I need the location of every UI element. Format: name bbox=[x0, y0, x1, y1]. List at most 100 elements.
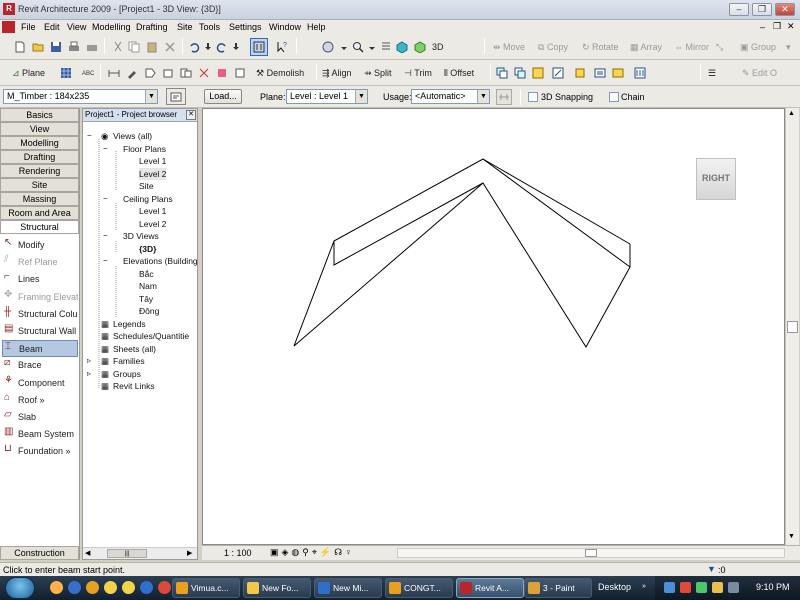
taskbar-item[interactable]: 3 - Paint bbox=[524, 578, 592, 598]
menu-site[interactable]: Site bbox=[174, 20, 196, 34]
collapse-toggle[interactable]: − bbox=[103, 193, 108, 205]
doc-close-button[interactable]: ✕ bbox=[787, 21, 795, 32]
tab-modelling[interactable]: Modelling bbox=[0, 136, 79, 150]
design-item-ref-plane[interactable]: ⫽ Ref Plane bbox=[2, 254, 78, 271]
browser-node[interactable]: Families bbox=[113, 355, 145, 367]
mirror-button[interactable]: ⇔ Mirror bbox=[674, 39, 709, 55]
quicklaunch-ie-icon[interactable] bbox=[68, 581, 81, 594]
collapse-toggle[interactable]: − bbox=[103, 255, 108, 267]
undo-icon[interactable] bbox=[188, 41, 200, 53]
group-dropdown-icon[interactable]: ▾ bbox=[786, 39, 791, 55]
menu-settings[interactable]: Settings bbox=[226, 20, 265, 34]
tag-icon[interactable] bbox=[144, 67, 156, 79]
desktop-toolbar-label[interactable]: Desktop bbox=[598, 582, 631, 592]
taskbar-item[interactable]: New Mi... bbox=[314, 578, 382, 598]
redo-dropdown-icon[interactable] bbox=[230, 41, 242, 53]
browser-node[interactable]: Level 1 bbox=[139, 155, 166, 167]
design-item-structural-colu[interactable]: ╫ Structural Colu bbox=[2, 306, 78, 323]
tray-volume-icon[interactable] bbox=[728, 582, 739, 593]
pick-icon[interactable] bbox=[126, 67, 138, 79]
beam-type-select[interactable]: M_Timber : 184x235 ▼ bbox=[3, 89, 158, 104]
browser-node[interactable]: Nam bbox=[139, 280, 157, 292]
collapse-toggle[interactable]: − bbox=[87, 130, 92, 142]
wall-joins-icon[interactable] bbox=[216, 67, 228, 79]
array-button[interactable]: ▦ Array bbox=[630, 39, 662, 55]
match-type-icon[interactable] bbox=[532, 67, 544, 79]
3d-snapping-checkbox[interactable] bbox=[528, 92, 538, 102]
taskbar-item[interactable]: Vimua.c... bbox=[172, 578, 240, 598]
tray-antivirus-icon[interactable] bbox=[680, 582, 691, 593]
doc-minimize-button[interactable]: – bbox=[760, 22, 765, 32]
menu-window[interactable]: Window bbox=[266, 20, 304, 34]
offset-button[interactable]: ⫴ Offset bbox=[444, 65, 474, 81]
browser-node[interactable]: Tây bbox=[139, 293, 153, 305]
scroll-left-icon[interactable]: ◀ bbox=[85, 549, 90, 557]
tab-room-and-area[interactable]: Room and Area bbox=[0, 206, 79, 220]
visibility-graphics-icon[interactable] bbox=[380, 41, 392, 53]
zoom-icon[interactable] bbox=[352, 41, 364, 53]
design-item-framing-elevati[interactable]: ✥ Framing Elevati bbox=[2, 289, 78, 306]
group-button[interactable]: ▣ Group bbox=[740, 39, 776, 55]
view-3d-icon[interactable] bbox=[396, 41, 408, 53]
tray-update-icon[interactable] bbox=[696, 582, 707, 593]
view-scale[interactable]: 1 : 100 bbox=[224, 548, 252, 558]
document-icon[interactable] bbox=[2, 21, 15, 33]
menu-drafting[interactable]: Drafting bbox=[133, 20, 171, 34]
scroll-up-icon[interactable]: ▲ bbox=[788, 110, 795, 117]
design-item-modify[interactable]: ↖ Modify bbox=[2, 237, 78, 254]
delete-icon[interactable] bbox=[164, 41, 176, 53]
view-properties-icon[interactable] bbox=[322, 41, 334, 53]
revit-app-icon[interactable]: R bbox=[3, 3, 15, 15]
quicklaunch-yahoo-icon[interactable] bbox=[122, 581, 135, 594]
mass-icon[interactable] bbox=[574, 67, 586, 79]
print-icon[interactable] bbox=[68, 41, 80, 53]
edit-button[interactable]: ✎ Edit O bbox=[742, 65, 777, 81]
horizontal-scrollbar[interactable] bbox=[397, 548, 785, 558]
help-cursor-icon[interactable]: ? bbox=[276, 41, 288, 53]
tab-site[interactable]: Site bbox=[0, 178, 79, 192]
design-item-lines[interactable]: ⌐ Lines bbox=[2, 271, 78, 288]
tab-massing[interactable]: Massing bbox=[0, 192, 79, 206]
demolish-button[interactable]: ⚒ Demolish bbox=[256, 65, 304, 81]
trim-button[interactable]: ⊣ Trim bbox=[404, 65, 432, 81]
tab-construction[interactable]: Construction bbox=[0, 546, 79, 560]
linework-icon[interactable] bbox=[552, 67, 564, 79]
resize-button[interactable]: ⤡ bbox=[716, 39, 723, 55]
browser-node[interactable]: Site bbox=[139, 180, 154, 192]
view-control-icons[interactable]: ▣◈◍⚲⌖⚡☊♀ bbox=[270, 547, 355, 558]
family-types-icon[interactable] bbox=[634, 67, 646, 79]
browser-node[interactable]: Level 1 bbox=[139, 205, 166, 217]
tab-structural[interactable]: Structural bbox=[0, 220, 79, 234]
menu-tools[interactable]: Tools bbox=[196, 20, 223, 34]
new-file-icon[interactable] bbox=[14, 41, 26, 53]
tab-view[interactable]: View bbox=[0, 122, 79, 136]
cut-geometry-icon[interactable] bbox=[198, 67, 210, 79]
browser-node[interactable]: 3D Views bbox=[123, 230, 159, 242]
scroll-right-icon[interactable]: ▶ bbox=[187, 549, 192, 557]
clock[interactable]: 9:10 PM bbox=[756, 582, 790, 592]
menu-help[interactable]: Help bbox=[304, 20, 329, 34]
browser-node[interactable]: Đông bbox=[139, 305, 159, 317]
filter-icon[interactable]: ▼ bbox=[707, 564, 716, 574]
design-item-roof[interactable]: ⌂ Roof » bbox=[2, 392, 78, 409]
spell-check-icon[interactable]: ABC bbox=[82, 67, 94, 79]
expand-toggle[interactable]: ▹ bbox=[87, 368, 91, 380]
default-3d-view-icon[interactable] bbox=[414, 41, 426, 53]
restore-button[interactable]: ❐ bbox=[752, 3, 772, 16]
browser-node[interactable]: Bắc bbox=[139, 268, 154, 280]
browser-node[interactable]: {3D} bbox=[139, 243, 156, 255]
quicklaunch-acrobat-icon[interactable] bbox=[158, 581, 171, 594]
split-face-icon[interactable] bbox=[234, 67, 246, 79]
redo-icon[interactable] bbox=[216, 41, 228, 53]
vertical-scroll-thumb[interactable] bbox=[787, 321, 798, 333]
taskbar-item[interactable]: New Fo... bbox=[243, 578, 311, 598]
copy-button[interactable]: ⧉ Copy bbox=[538, 39, 568, 55]
browser-node[interactable]: Legends bbox=[113, 318, 146, 330]
quicklaunch-firefox-icon[interactable] bbox=[50, 581, 63, 594]
minimize-button[interactable]: – bbox=[729, 3, 749, 16]
move-button[interactable]: ⇹ Move bbox=[493, 39, 525, 55]
scroll-down-icon[interactable]: ▼ bbox=[788, 533, 795, 540]
browser-node[interactable]: Sheets (all) bbox=[113, 343, 156, 355]
grid-icon[interactable] bbox=[60, 67, 72, 79]
browser-node[interactable]: Schedules/Quantitie bbox=[113, 330, 189, 342]
